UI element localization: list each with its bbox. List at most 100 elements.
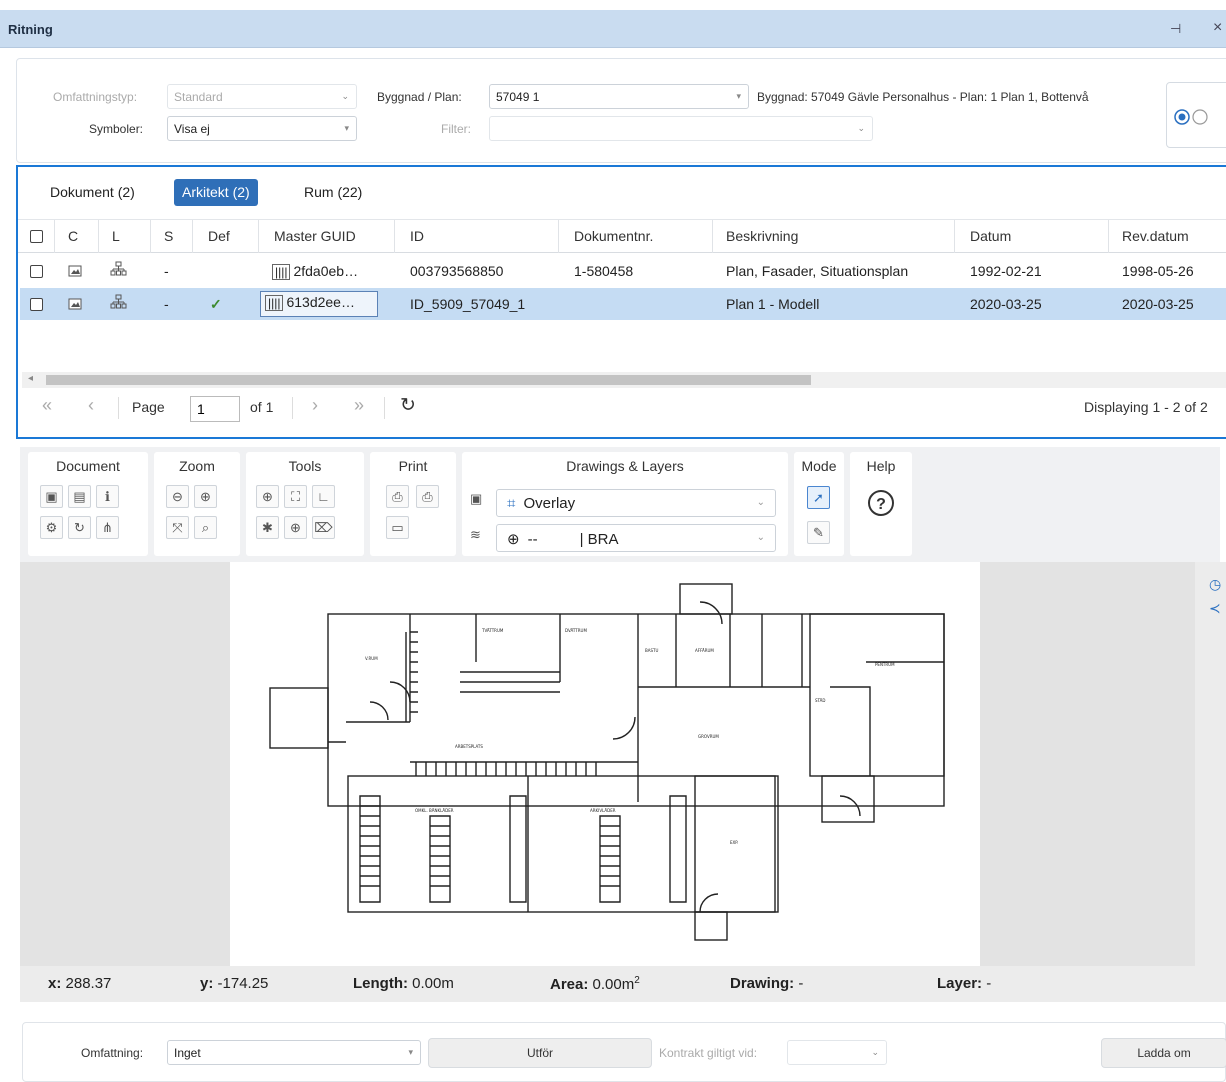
image-icon[interactable] [68,264,82,280]
room-label: STÄD [815,698,826,703]
row-rev-datum: 1998-05-26 [1122,263,1194,279]
refresh-icon[interactable]: ↻ [400,394,416,417]
layer-value-right: | BRA [579,531,619,548]
zoom-search-icon[interactable]: ⌕ [194,516,217,539]
tab-arkitekt[interactable]: Arkitekt (2) [174,179,258,206]
hierarchy-icon[interactable] [110,261,128,280]
printer-icon[interactable]: ⎙ [416,485,439,508]
symboler-select[interactable]: Visa ej ▾ [167,116,357,141]
image-export-icon[interactable]: ▭ [386,516,409,539]
utfor-button[interactable]: Utför [428,1038,652,1068]
select-area-icon[interactable]: ⛶ [284,485,307,508]
asterisk-icon[interactable]: ✱ [256,516,279,539]
col-master-guid[interactable]: Master GUID [274,228,356,244]
tab-dokument[interactable]: Dokument (2) [42,179,143,206]
fit-extent-icon[interactable]: ⤧ [166,516,189,539]
pointer-icon[interactable]: ➚ [807,486,830,509]
checkmark-icon: ✓ [210,296,222,312]
zoom-in-icon[interactable]: ⊕ [194,485,217,508]
floor-plan-sheet[interactable]: V.RUM TVÄTTRUM DVÄTTRUM BASTU AFFÄRUM PE… [230,562,980,966]
mode-group: Mode ➚ ✎ [794,452,844,556]
drawing-select[interactable]: ⌗ Overlay ⌄ [496,489,776,517]
zoom-out-icon[interactable]: ⊖ [166,485,189,508]
grid-header: C L S Def Master GUID ID Dokumentnr. Bes… [18,219,1226,253]
measure-icon[interactable]: ∟ [312,485,335,508]
room-label: EXP. [730,840,738,845]
select-all-checkbox[interactable] [30,230,43,243]
document-icon[interactable]: ▤ [68,485,91,508]
tag-icon[interactable]: ⌦ [312,516,335,539]
chevron-down-icon: ▾ [344,123,349,133]
next-page-button[interactable]: › [312,395,318,416]
tab-rum[interactable]: Rum (22) [296,179,370,206]
info-icon[interactable]: ℹ [96,485,119,508]
row-datum: 1992-02-21 [970,263,1042,279]
row-s: - [164,296,169,312]
help-icon[interactable]: ? [866,488,896,518]
room-label: DVÄTTRUM [565,628,587,633]
x-coordinate: x: 288.37 [48,975,112,992]
settings-icon[interactable]: ⚙ [40,516,63,539]
row-master-guid[interactable]: |||| 613d2ee… [260,291,378,317]
page-number-input[interactable] [190,396,240,422]
refresh-icon[interactable]: ↻ [68,516,91,539]
symboler-label: Symboler: [89,122,144,136]
image-icon[interactable] [68,297,82,313]
print-group-title: Print [398,458,428,474]
omfattning-select[interactable]: Inget ▾ [167,1040,421,1065]
row-master-guid[interactable]: |||| 2fda0eb… [272,263,359,280]
col-rev-datum[interactable]: Rev.datum [1122,228,1189,244]
col-id[interactable]: ID [410,228,424,244]
share-icon[interactable]: ≺ [1209,600,1221,617]
col-l[interactable]: L [112,228,120,244]
table-row[interactable]: - ✓ |||| 613d2ee… ID_5909_57049_1 Plan 1 … [20,288,1226,320]
drawing-canvas[interactable]: V.RUM TVÄTTRUM DVÄTTRUM BASTU AFFÄRUM PE… [20,562,1226,966]
hierarchy-icon[interactable] [110,294,128,313]
col-datum[interactable]: Datum [970,228,1011,244]
drawing-icon: ▣ [470,491,483,506]
scroll-left-icon[interactable]: ◂ [28,373,33,384]
svg-text:?: ? [876,496,886,513]
col-c[interactable]: C [68,228,78,244]
pdf-icon[interactable]: ⎙ [386,485,409,508]
prev-page-button[interactable]: ‹ [88,395,94,416]
omfattningstyp-select: Standard ⌄ [167,84,357,109]
pin-icon[interactable]: ⊣ [1170,21,1181,37]
hierarchy-icon[interactable]: ⋔ [96,516,119,539]
chevron-down-icon: ⌄ [341,91,349,101]
chevron-down-icon: ⌄ [857,123,865,133]
last-page-button[interactable]: » [354,395,364,416]
crosshair-icon[interactable]: ⊕ [256,485,279,508]
table-row[interactable]: - |||| 2fda0eb… 003793568850 1-580458 Pla… [20,255,1226,287]
radio-group [1166,82,1226,148]
byggnad-select[interactable]: 57049 1 ▾ [489,84,749,109]
window-title: Ritning [8,22,53,37]
window-titlebar: Ritning ⊣ × [0,10,1226,48]
col-dokumentnr[interactable]: Dokumentnr. [574,228,653,244]
kontrakt-date-select[interactable]: ⌄ [787,1040,887,1065]
collapse-icon[interactable]: ◷ [1209,576,1221,593]
row-checkbox[interactable] [30,265,43,278]
filter-label: Filter: [441,122,471,136]
row-checkbox[interactable] [30,298,43,311]
pen-icon[interactable]: ✎ [807,521,830,544]
col-beskrivning[interactable]: Beskrivning [726,228,798,244]
close-icon[interactable]: × [1213,19,1222,37]
guid-text: 2fda0eb… [293,263,359,279]
scrollbar-thumb[interactable] [46,375,811,385]
add-point-icon[interactable]: ⊕ [284,516,307,539]
radio-buttons[interactable] [1173,105,1213,129]
row-datum: 2020-03-25 [970,296,1042,312]
status-bar: x: 288.37 y: -174.25 Length: 0.00m Area:… [20,966,1226,1002]
row-rev-datum: 2020-03-25 [1122,296,1194,312]
save-icon[interactable]: ▣ [40,485,63,508]
ladda-om-button[interactable]: Ladda om [1101,1038,1226,1068]
col-s[interactable]: S [164,228,173,244]
layer-select[interactable]: ⊕ -- | BRA ⌄ [496,524,776,552]
document-group: Document ▣ ▤ ℹ ⚙ ↻ ⋔ [28,452,148,556]
col-def[interactable]: Def [208,228,230,244]
filter-select[interactable]: ⌄ [489,116,873,141]
room-label: TVÄTTRUM [481,628,504,633]
horizontal-scrollbar[interactable]: ◂ [22,372,1226,388]
first-page-button[interactable]: « [42,395,52,416]
